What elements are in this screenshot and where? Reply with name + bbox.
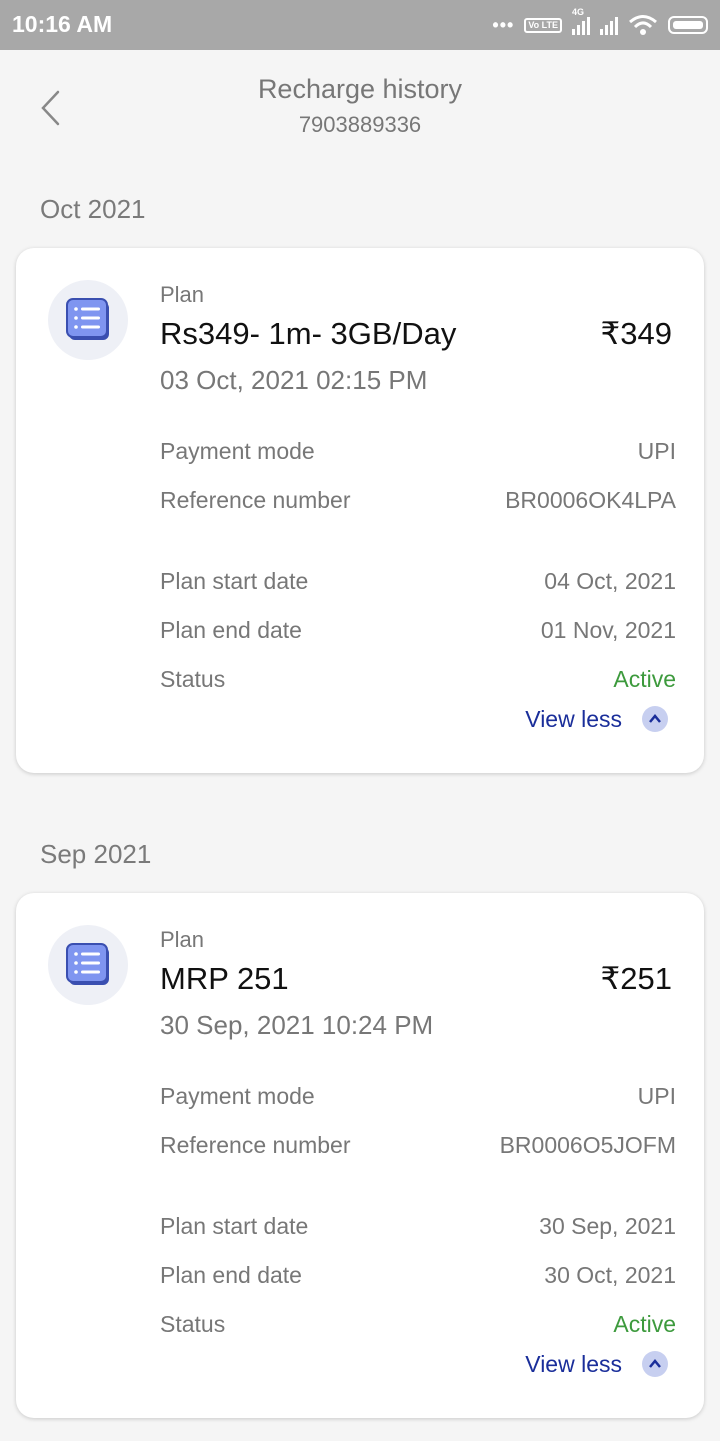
view-less-button[interactable]: View less xyxy=(525,704,668,734)
recharge-card: Plan Rs349- 1m- 3GB/Day ₹349 03 Oct, 202… xyxy=(16,248,704,773)
notification-dots-icon: ••• xyxy=(492,14,515,35)
chevron-up-icon xyxy=(642,706,668,732)
month-heading: Oct 2021 xyxy=(40,194,146,224)
payment-mode-row: Payment mode UPI xyxy=(160,1083,676,1113)
reference-number-value: BR0006OK4LPA xyxy=(505,487,676,513)
view-less-label: View less xyxy=(525,1350,622,1377)
signal-4g-icon: 4G xyxy=(572,7,590,35)
status-time: 10:16 AM xyxy=(12,11,113,37)
volte-icon: Vo LTE xyxy=(524,17,562,33)
status-row: Status Active xyxy=(160,666,676,696)
chevron-up-icon xyxy=(642,1351,668,1377)
recharge-datetime: 30 Sep, 2021 10:24 PM xyxy=(160,1010,434,1040)
status-bar: 10:16 AM ••• Vo LTE 4G xyxy=(0,0,720,50)
plan-price: ₹349 xyxy=(600,316,672,351)
payment-mode-value: UPI xyxy=(637,1083,676,1109)
status-label: Status xyxy=(160,666,226,692)
view-less-button[interactable]: View less xyxy=(525,1349,668,1379)
header: Recharge history 7903889336 xyxy=(0,50,720,160)
status-badge: Active xyxy=(613,666,676,692)
recharge-card: Plan MRP 251 ₹251 30 Sep, 2021 10:24 PM … xyxy=(16,893,704,1418)
plan-start-value: 04 Oct, 2021 xyxy=(544,568,676,594)
reference-number-row: Reference number BR0006OK4LPA xyxy=(160,487,676,517)
plan-start-label: Plan start date xyxy=(160,568,309,594)
plan-end-value: 30 Oct, 2021 xyxy=(544,1262,676,1288)
plan-start-label: Plan start date xyxy=(160,1213,309,1239)
plan-label: Plan xyxy=(160,282,205,307)
plan-start-value: 30 Sep, 2021 xyxy=(539,1213,676,1239)
plan-end-row: Plan end date 30 Oct, 2021 xyxy=(160,1262,676,1292)
reference-number-value: BR0006O5JOFM xyxy=(499,1132,676,1158)
payment-mode-label: Payment mode xyxy=(160,438,315,464)
plan-end-label: Plan end date xyxy=(160,1262,302,1288)
plan-start-row: Plan start date 30 Sep, 2021 xyxy=(160,1213,676,1243)
month-heading: Sep 2021 xyxy=(40,839,152,869)
plan-end-label: Plan end date xyxy=(160,617,302,643)
view-less-label: View less xyxy=(525,705,622,732)
plan-label: Plan xyxy=(160,927,205,952)
status-badge: Active xyxy=(613,1311,676,1337)
phone-number: 7903889336 xyxy=(298,112,422,137)
plan-end-row: Plan end date 01 Nov, 2021 xyxy=(160,617,676,647)
payment-mode-label: Payment mode xyxy=(160,1083,315,1109)
battery-icon xyxy=(668,16,708,34)
page-title: Recharge history xyxy=(257,74,463,104)
payment-mode-row: Payment mode UPI xyxy=(160,438,676,468)
plan-list-icon xyxy=(48,280,128,360)
plan-name: MRP 251 xyxy=(160,961,289,996)
plan-end-value: 01 Nov, 2021 xyxy=(540,617,676,643)
signal-icon xyxy=(600,15,618,35)
recharge-datetime: 03 Oct, 2021 02:15 PM xyxy=(160,365,428,395)
network-type-label: 4G xyxy=(572,7,585,17)
wifi-icon xyxy=(629,15,657,35)
plan-list-icon xyxy=(48,925,128,1005)
status-label: Status xyxy=(160,1311,226,1337)
reference-number-label: Reference number xyxy=(160,1132,351,1158)
payment-mode-value: UPI xyxy=(637,438,676,464)
reference-number-row: Reference number BR0006O5JOFM xyxy=(160,1132,676,1162)
status-icons: ••• Vo LTE 4G xyxy=(492,7,708,40)
status-row: Status Active xyxy=(160,1311,676,1341)
plan-start-row: Plan start date 04 Oct, 2021 xyxy=(160,568,676,598)
plan-price: ₹251 xyxy=(600,961,672,996)
reference-number-label: Reference number xyxy=(160,487,351,513)
plan-name: Rs349- 1m- 3GB/Day xyxy=(160,316,457,351)
